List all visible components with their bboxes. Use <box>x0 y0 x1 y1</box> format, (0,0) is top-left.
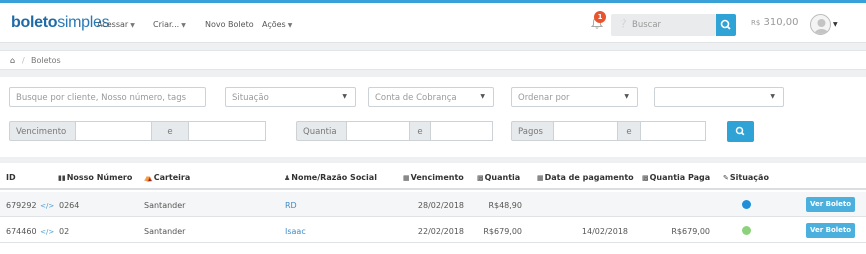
extra-select[interactable]: ▼ <box>654 87 784 107</box>
view-boleto-button[interactable]: Ver Boleto <box>806 223 855 238</box>
col-nome[interactable]: ♟Nome/Razão Social <box>284 173 377 182</box>
menu-criar[interactable]: Criar... ▼ <box>153 20 186 29</box>
boleto-id: 679292 </> <box>6 201 55 210</box>
chevron-down-icon: ▼ <box>181 22 186 29</box>
vencimento-and-label: e <box>151 121 189 141</box>
table-row[interactable]: 674460 </> 02 Santander Isaac 22/02/2018… <box>0 218 866 243</box>
boleto-id: 674460 </> <box>6 227 55 236</box>
money-icon: ▩ <box>642 174 649 182</box>
menu-novo-boleto[interactable]: Novo Boleto <box>205 20 254 29</box>
edit-icon: ✎ <box>723 174 729 182</box>
data-pagamento: 14/02/2018 <box>581 227 628 236</box>
chevron-down-icon: ▼ <box>624 93 629 100</box>
search-icon <box>735 126 745 136</box>
chevron-down-icon: ▼ <box>130 22 135 29</box>
barcode-icon: ▮▮ <box>58 174 66 182</box>
situacao-select[interactable]: Situação ▼ <box>225 87 356 107</box>
brand-logo[interactable]: boletosimples <box>11 14 110 32</box>
table-header: ID ▮▮Nosso Número ⛺Carteira ♟Nome/Razão … <box>0 163 866 190</box>
view-boleto-button[interactable]: Ver Boleto <box>806 197 855 212</box>
status-dot <box>742 226 751 235</box>
pagos-to-input[interactable] <box>640 121 706 141</box>
quantia-from-input[interactable] <box>346 121 410 141</box>
ordenar-select[interactable]: Ordenar por ▼ <box>511 87 638 107</box>
quantia-and-label: e <box>409 121 431 141</box>
quantia-paga: R$679,00 <box>671 227 710 236</box>
chevron-down-icon: ▼ <box>287 22 293 29</box>
quantia-to-input[interactable] <box>430 121 493 141</box>
code-icon[interactable]: </> <box>40 228 54 236</box>
breadcrumb-current: Boletos <box>31 56 61 65</box>
filter-panel: Busque por cliente, Nosso número, tags S… <box>0 77 866 157</box>
nosso-numero: 0264 <box>59 201 80 210</box>
col-nosso-numero[interactable]: ▮▮Nosso Número <box>58 173 132 182</box>
customer-link[interactable]: RD <box>285 201 297 210</box>
top-navbar: boletosimples Acessar ▼ Criar... ▼ Novo Bo… <box>0 0 866 43</box>
col-vencimento[interactable]: ▦Vencimento <box>403 173 464 182</box>
col-id[interactable]: ID <box>6 173 16 182</box>
breadcrumb: ⌂ / Boletos <box>0 50 866 70</box>
vencimento-from-input[interactable] <box>75 121 152 141</box>
conta-cobranca-select[interactable]: Conta de Cobrança ▼ <box>368 87 494 107</box>
nosso-numero: 02 <box>59 227 70 236</box>
notification-badge: 1 <box>594 11 606 23</box>
customer-link[interactable]: Isaac <box>285 227 306 236</box>
menu-acoes[interactable]: Ações ▼ <box>262 20 292 29</box>
avatar[interactable] <box>810 14 831 35</box>
vencimento: 22/02/2018 <box>417 227 464 236</box>
calendar-icon: ▦ <box>537 174 544 182</box>
quantia: R$48,90 <box>488 201 522 210</box>
filter-search-button[interactable] <box>727 121 754 142</box>
money-icon: ▩ <box>477 174 484 182</box>
account-balance: R$ 310,00 <box>751 17 799 28</box>
carteira: Santander <box>144 227 186 236</box>
code-icon[interactable]: </> <box>40 202 54 210</box>
quantia: R$679,00 <box>483 227 522 236</box>
col-situacao[interactable]: ✎Situação <box>723 173 769 182</box>
menu-acessar[interactable]: Acessar ▼ <box>97 20 135 29</box>
status-dot <box>742 200 751 209</box>
search-input[interactable]: ❔ Buscar <box>611 14 716 36</box>
carteira: Santander <box>144 201 186 210</box>
vencimento: 28/02/2018 <box>417 201 464 210</box>
col-data-pagamento[interactable]: ▦Data de pagamento <box>537 173 634 182</box>
pagos-from-input[interactable] <box>553 121 618 141</box>
vencimento-to-input[interactable] <box>188 121 266 141</box>
user-icon: ♟ <box>284 174 291 182</box>
table-row[interactable]: 679292 </> 0264 Santander RD 28/02/2018 … <box>0 192 866 217</box>
pagos-and-label: e <box>617 121 641 141</box>
chevron-down-icon: ▼ <box>342 93 347 100</box>
filter-search-input[interactable]: Busque por cliente, Nosso número, tags <box>9 87 206 107</box>
help-icon: ❔ <box>618 19 628 28</box>
search-icon <box>720 19 731 30</box>
home-icon[interactable]: ⌂ <box>10 56 15 65</box>
chevron-down-icon: ▼ <box>480 93 485 100</box>
col-quantia[interactable]: ▩Quantia <box>477 173 520 182</box>
bank-icon: ⛺ <box>144 174 153 182</box>
pagos-label: Pagos <box>511 121 554 141</box>
boletos-table: ID ▮▮Nosso Número ⛺Carteira ♟Nome/Razão … <box>0 163 866 254</box>
chevron-down-icon: ▼ <box>770 93 775 100</box>
col-carteira[interactable]: ⛺Carteira <box>144 173 190 182</box>
chevron-down-icon[interactable]: ▼ <box>833 21 838 28</box>
vencimento-label: Vencimento <box>9 121 76 141</box>
search-button[interactable] <box>716 14 736 36</box>
calendar-icon: ▦ <box>403 174 410 182</box>
quantia-label: Quantia <box>296 121 347 141</box>
col-quantia-paga[interactable]: ▩Quantia Paga <box>642 173 710 182</box>
